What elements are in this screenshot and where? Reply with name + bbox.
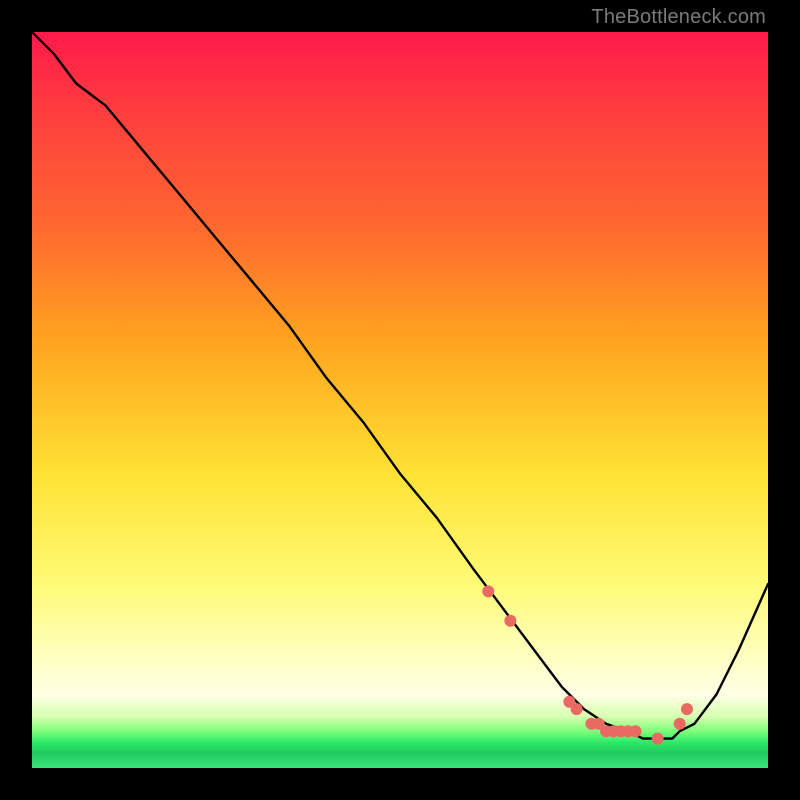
curve-svg xyxy=(32,32,768,768)
marker-dot xyxy=(681,703,693,715)
marker-dot xyxy=(504,615,516,627)
marker-dot xyxy=(630,725,642,737)
marker-dot xyxy=(674,718,686,730)
chart-stage: TheBottleneck.com xyxy=(0,0,800,800)
plot-area xyxy=(32,32,768,768)
marker-group xyxy=(482,585,693,744)
bottleneck-curve xyxy=(32,32,768,739)
watermark-text: TheBottleneck.com xyxy=(591,6,766,29)
marker-dot xyxy=(652,733,664,745)
marker-dot xyxy=(571,703,583,715)
marker-dot xyxy=(482,585,494,597)
